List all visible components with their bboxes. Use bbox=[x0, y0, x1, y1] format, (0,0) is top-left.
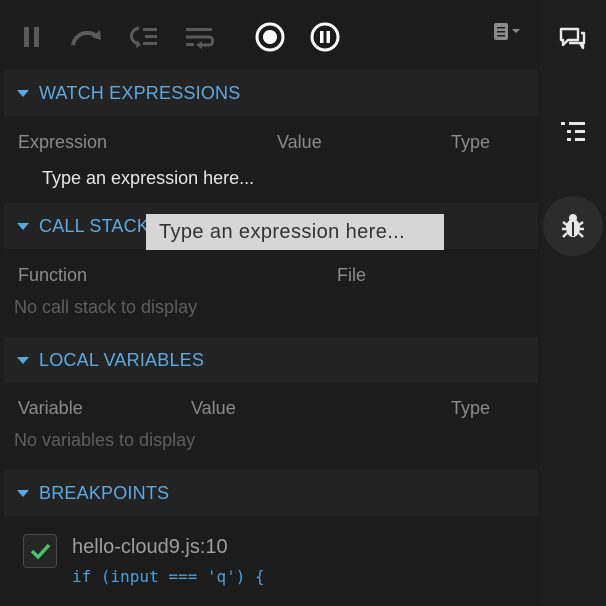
collapse-triangle-icon[interactable] bbox=[17, 89, 29, 97]
watch-col-type: Type bbox=[451, 132, 491, 152]
call-stack-title: CALL STACK bbox=[39, 215, 150, 236]
pause-icon[interactable] bbox=[15, 20, 49, 54]
locals-col-variable: Variable bbox=[18, 398, 83, 418]
pause-circle-icon[interactable] bbox=[308, 20, 342, 54]
step-over-icon[interactable] bbox=[70, 20, 104, 54]
watch-expressions-header[interactable]: WATCH EXPRESSIONS bbox=[4, 70, 538, 116]
watch-expression-input[interactable]: Type an expression here... bbox=[42, 168, 254, 189]
call-stack-empty-message: No call stack to display bbox=[14, 297, 198, 317]
breakpoint-code: if (input === 'q') { bbox=[72, 567, 265, 586]
breakpoints-header[interactable]: BREAKPOINTS bbox=[4, 470, 538, 516]
collapse-triangle-icon[interactable] bbox=[17, 489, 29, 497]
step-into-icon[interactable] bbox=[127, 20, 161, 54]
debugger-panel: WATCH EXPRESSIONS Expression Value Type … bbox=[0, 0, 540, 606]
watch-col-value: Value bbox=[277, 132, 322, 152]
record-icon[interactable] bbox=[253, 20, 287, 54]
outline-icon[interactable] bbox=[543, 102, 603, 162]
callstack-col-function: Function bbox=[18, 265, 88, 285]
watch-expressions-title: WATCH EXPRESSIONS bbox=[39, 82, 241, 103]
breakpoint-checkbox[interactable] bbox=[23, 534, 57, 568]
locals-col-type: Type bbox=[451, 398, 491, 418]
collapse-triangle-icon[interactable] bbox=[17, 356, 29, 364]
locals-col-value: Value bbox=[191, 398, 236, 418]
breakpoints-title: BREAKPOINTS bbox=[39, 482, 170, 503]
breakpoint-file[interactable]: hello-cloud9.js:10 bbox=[72, 536, 228, 559]
step-out-icon[interactable] bbox=[183, 20, 217, 54]
checkmark-icon bbox=[30, 543, 51, 560]
locals-empty-message: No variables to display bbox=[14, 430, 196, 450]
callstack-col-file: File bbox=[337, 265, 367, 285]
panel-menu-icon[interactable] bbox=[490, 14, 524, 48]
local-variables-title: LOCAL VARIABLES bbox=[39, 349, 205, 370]
debugger-icon[interactable] bbox=[543, 196, 603, 256]
collapse-triangle-icon[interactable] bbox=[17, 222, 29, 230]
debug-toolbar bbox=[0, 0, 540, 72]
expression-tooltip: Type an expression here... bbox=[146, 214, 444, 250]
right-sidebar bbox=[540, 0, 606, 606]
chat-icon[interactable] bbox=[543, 10, 603, 70]
local-variables-header[interactable]: LOCAL VARIABLES bbox=[4, 337, 538, 383]
watch-col-expression: Expression bbox=[18, 132, 108, 152]
